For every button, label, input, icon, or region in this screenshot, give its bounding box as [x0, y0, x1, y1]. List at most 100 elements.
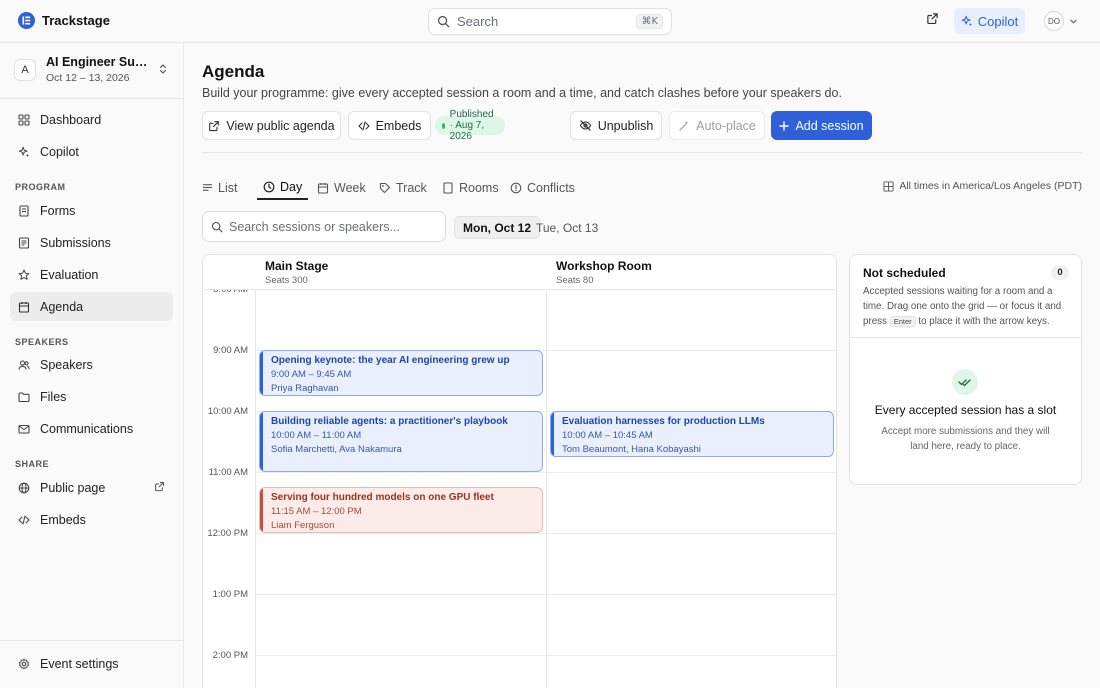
tab-list[interactable]: List — [196, 175, 243, 200]
sidebar-divider — [0, 98, 183, 99]
room-name: Main Stage — [265, 259, 329, 273]
sidebar-section-speakers: SPEAKERS — [15, 337, 69, 347]
view-public-agenda-button[interactable]: View public agenda — [202, 111, 341, 140]
event-switcher[interactable]: A AI Engineer Summit 2026 Oct 12 – 13, 2… — [14, 55, 170, 87]
unpublish-button[interactable]: Unpublish — [570, 111, 662, 140]
auto-place-button[interactable]: Auto-place — [669, 111, 765, 140]
building-icon — [443, 181, 453, 194]
session-speakers: Sofia Marchetti, Ava Nakamura — [271, 444, 402, 455]
sidebar: A AI Engineer Summit 2026 Oct 12 – 13, 2… — [0, 43, 184, 688]
sidebar-item-label: Event settings — [40, 656, 119, 671]
search-shortcut: ⌘K — [636, 14, 663, 29]
sidebar-item-label: Communications — [40, 421, 134, 436]
global-search[interactable]: Search ⌘K — [428, 8, 672, 35]
embeds-button[interactable]: Embeds — [348, 111, 431, 140]
double-check-icon — [952, 369, 978, 395]
grid-line — [255, 472, 836, 473]
sidebar-item-event-settings[interactable]: Event settings — [10, 649, 173, 678]
tab-track[interactable]: Track — [373, 175, 433, 200]
sidebar-item-public-page[interactable]: Public page — [10, 473, 173, 502]
folder-icon — [18, 391, 30, 402]
sidebar-item-label: Copilot — [40, 144, 79, 159]
tab-label: Week — [334, 180, 366, 195]
session-title: Serving four hundred models on one GPU f… — [271, 492, 494, 503]
list-icon — [202, 184, 213, 191]
session-title: Opening keynote: the year AI engineering… — [271, 355, 510, 366]
tab-rooms[interactable]: Rooms — [436, 175, 505, 200]
grid-line — [255, 594, 836, 595]
sidebar-item-label: Agenda — [40, 299, 84, 314]
time-label: 2:00 PM — [212, 650, 248, 661]
tab-label: List — [218, 180, 238, 195]
room-workshop: Workshop Room Seats 80 — [556, 259, 652, 286]
event-name: AI Engineer Summit 2026 — [46, 55, 152, 69]
session-card[interactable]: Evaluation harnesses for production LLMs… — [550, 411, 834, 457]
submissions-icon — [18, 236, 30, 249]
button-label: Embeds — [375, 118, 422, 133]
room-seats: Seats 80 — [556, 275, 594, 286]
copilot-button[interactable]: Copilot — [954, 8, 1025, 34]
globe-grid-icon — [883, 180, 894, 192]
sidebar-item-dashboard[interactable]: Dashboard — [10, 105, 173, 134]
enter-key: Enter — [889, 316, 916, 327]
schedule-grid: Main Stage Seats 300 Workshop Room Seats… — [202, 254, 837, 688]
empty-state-description: Accept more submissions and they will la… — [881, 426, 1050, 452]
divider — [202, 152, 1082, 153]
open-external-button[interactable] — [926, 12, 944, 30]
sidebar-item-label: Files — [40, 389, 67, 404]
avatar: DO — [1044, 11, 1064, 31]
tab-label: Day — [280, 179, 303, 194]
page-title: Agenda — [202, 62, 265, 81]
sidebar-item-communications[interactable]: Communications — [10, 414, 173, 443]
code-icon — [358, 120, 370, 131]
sparkle-icon — [18, 146, 30, 157]
copilot-label: Copilot — [977, 13, 1019, 29]
brand[interactable]: Trackstage — [18, 12, 110, 29]
sidebar-item-embeds[interactable]: Embeds — [10, 505, 173, 534]
timezone-note: All times in America/Los Angeles (PDT) — [883, 180, 1082, 192]
session-time: 9:00 AM – 9:45 AM — [271, 369, 352, 380]
sidebar-section-share: SHARE — [15, 459, 50, 469]
wand-icon — [679, 120, 689, 131]
sparkle-icon — [961, 15, 972, 27]
status-dot-icon — [442, 122, 445, 129]
session-card[interactable]: Serving four hundred models on one GPU f… — [259, 487, 543, 533]
tab-week[interactable]: Week — [311, 175, 372, 200]
panel-description: Accepted sessions waiting for a room and… — [863, 284, 1073, 329]
tab-day[interactable]: Day — [257, 175, 309, 200]
sidebar-item-copilot[interactable]: Copilot — [10, 137, 173, 166]
user-menu[interactable]: DO — [1044, 11, 1078, 31]
divider — [850, 337, 1081, 338]
sidebar-item-forms[interactable]: Forms — [10, 196, 173, 225]
session-search-input[interactable]: Search sessions or speakers... — [202, 211, 446, 242]
sidebar-item-evaluation[interactable]: Evaluation — [10, 260, 173, 289]
sidebar-item-speakers[interactable]: Speakers — [10, 350, 173, 379]
sidebar-item-agenda[interactable]: Agenda — [10, 292, 173, 321]
people-icon — [18, 359, 30, 370]
top-bar: Trackstage Search ⌘K Copilot DO — [0, 0, 1100, 43]
external-link-icon — [927, 13, 938, 25]
session-card[interactable]: Opening keynote: the year AI engineering… — [259, 350, 543, 396]
search-icon — [211, 221, 223, 232]
sidebar-item-files[interactable]: Files — [10, 382, 173, 411]
search-icon — [437, 15, 450, 28]
button-label: Unpublish — [597, 118, 654, 133]
session-speakers: Priya Raghavan — [271, 383, 339, 394]
day-tab-tue[interactable]: Tue, Oct 13 — [528, 216, 606, 239]
session-title: Evaluation harnesses for production LLMs — [562, 416, 765, 427]
session-card[interactable]: Building reliable agents: a practitioner… — [259, 411, 543, 472]
sidebar-item-submissions[interactable]: Submissions — [10, 228, 173, 257]
session-title: Building reliable agents: a practitioner… — [271, 416, 508, 427]
sidebar-divider — [0, 640, 183, 641]
calendar-icon — [317, 182, 329, 194]
time-label: 9:00 AM — [213, 345, 248, 356]
sidebar-item-label: Submissions — [40, 235, 111, 250]
event-dates: Oct 12 – 13, 2026 — [46, 72, 130, 84]
event-initial: A — [14, 59, 36, 81]
sidebar-item-label: Public page — [40, 480, 106, 495]
published-status-badge: Published · Aug 7, 2026 — [435, 109, 505, 142]
chevron-updown-icon — [159, 64, 167, 74]
tab-conflicts[interactable]: Conflicts — [504, 175, 581, 200]
add-session-button[interactable]: Add session — [771, 111, 872, 140]
alert-icon — [510, 182, 522, 193]
